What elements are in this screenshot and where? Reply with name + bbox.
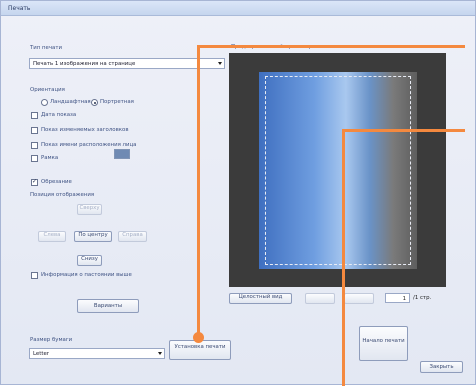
layout-type-label: Тип печати	[30, 45, 63, 51]
print-dialog: Печать Тип печати Печать 1 изображения н…	[0, 0, 476, 386]
paper-size-value: Letter	[33, 351, 49, 357]
page-total: /1 стр.	[413, 295, 432, 301]
date-checkbox[interactable]	[31, 112, 38, 119]
titles-label: Показ изменяемых заголовков	[41, 127, 129, 133]
portrait-label: Портретная	[100, 99, 134, 105]
position-center-button[interactable]: По центру	[74, 231, 112, 242]
frame-checkbox[interactable]	[31, 155, 38, 162]
frame-label: Рамка	[41, 155, 59, 161]
callout-line-1-vertical	[197, 45, 200, 339]
next-page-button[interactable]	[344, 293, 374, 304]
layout-type-select[interactable]: Печать 1 изображения на странице	[29, 58, 225, 69]
info-checkbox[interactable]	[31, 272, 38, 279]
close-button[interactable]: Закрыть	[420, 361, 463, 373]
paper-size-label: Размер бумаги	[30, 337, 73, 343]
prev-page-button[interactable]	[305, 293, 335, 304]
date-label: Дата показа	[41, 112, 77, 118]
position-left-button[interactable]: Слева	[38, 231, 66, 242]
position-top-button[interactable]: Сверху	[77, 204, 102, 215]
callout-dot-1	[193, 332, 204, 343]
titles-checkbox[interactable]	[31, 127, 38, 134]
orientation-label: Ориентация	[30, 87, 65, 93]
callout-line-1-horizontal	[197, 45, 465, 48]
portrait-radio[interactable]	[91, 99, 98, 106]
variants-button[interactable]: Варианты	[77, 299, 139, 313]
crop-checkbox[interactable]	[31, 178, 38, 186]
chevron-down-icon	[158, 352, 162, 355]
frame-color-button[interactable]	[114, 149, 130, 159]
layout-type-value: Печать 1 изображения на странице	[33, 61, 136, 67]
window-title: Печать	[8, 5, 31, 12]
callout-line-2-vertical	[342, 129, 345, 386]
page-number-input[interactable]: 1	[385, 293, 410, 303]
landscape-label: Ландшафтная	[50, 99, 91, 105]
position-bottom-button[interactable]: Снизу	[77, 255, 102, 266]
crop-border	[265, 76, 411, 265]
landscape-radio[interactable]	[41, 99, 48, 106]
face-location-checkbox[interactable]	[31, 142, 38, 149]
callout-line-2-horizontal	[342, 129, 465, 132]
chevron-down-icon	[218, 62, 222, 65]
title-bar: Печать	[1, 1, 475, 16]
position-right-button[interactable]: Справа	[118, 231, 147, 242]
crop-label: Обрезание	[41, 179, 72, 185]
preview-photo	[259, 72, 417, 269]
paper-size-select[interactable]: Letter	[29, 348, 165, 359]
print-button[interactable]: Начало печати	[359, 326, 408, 361]
position-label: Позиция отображения	[30, 192, 95, 198]
face-location-label: Показ имени расположения лица	[41, 142, 137, 148]
info-label: Информация о пастоянии выше	[41, 272, 132, 278]
whole-view-button[interactable]: Целостный вид	[229, 293, 292, 304]
printer-setup-button[interactable]: Установка печати	[169, 340, 231, 360]
